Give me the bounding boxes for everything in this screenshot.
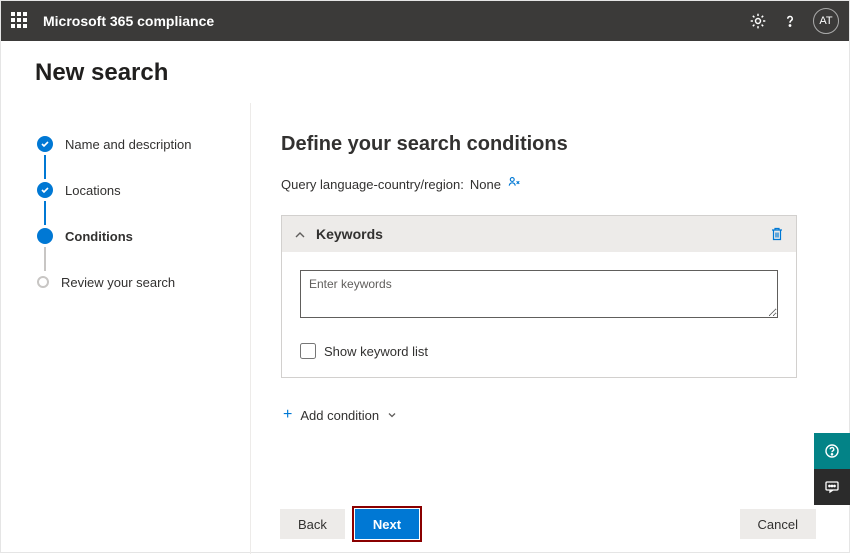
show-keyword-list-checkbox[interactable] <box>300 343 316 359</box>
check-icon <box>37 136 53 152</box>
chevron-up-icon[interactable] <box>294 228 306 240</box>
query-language-label: Query language-country/region: <box>281 177 464 192</box>
header-actions: AT <box>749 8 839 34</box>
brand-title: Microsoft 365 compliance <box>43 13 749 29</box>
keywords-title: Keywords <box>316 226 770 242</box>
plus-icon: + <box>283 406 292 424</box>
app-launcher-icon[interactable] <box>11 12 29 30</box>
page-title: New search <box>1 41 849 103</box>
add-condition-label: Add condition <box>300 408 379 423</box>
chevron-down-icon <box>387 408 397 423</box>
back-button[interactable]: Back <box>280 509 345 539</box>
keywords-panel: Keywords Show keyword list <box>281 215 797 378</box>
user-avatar[interactable]: AT <box>813 8 839 34</box>
help-panel-button[interactable] <box>814 433 850 469</box>
step-name-description[interactable]: Name and description <box>37 133 250 155</box>
step-conditions[interactable]: Conditions <box>37 225 250 247</box>
keywords-panel-body: Show keyword list <box>282 252 796 377</box>
query-language-row: Query language-country/region: None <box>281 176 797 193</box>
future-step-icon <box>37 276 49 288</box>
keywords-panel-header: Keywords <box>282 216 796 252</box>
step-connector <box>44 247 46 271</box>
step-locations[interactable]: Locations <box>37 179 250 201</box>
feedback-button[interactable] <box>814 469 850 505</box>
add-condition-button[interactable]: + Add condition <box>281 406 797 424</box>
current-step-icon <box>37 228 53 244</box>
step-label: Locations <box>65 183 121 198</box>
content-heading: Define your search conditions <box>281 133 797 156</box>
main-area: Name and description Locations Condition… <box>1 103 849 554</box>
step-connector <box>44 201 46 225</box>
wizard-stepper: Name and description Locations Condition… <box>1 103 251 554</box>
gear-icon[interactable] <box>749 12 767 30</box>
content-pane: Define your search conditions Query lang… <box>251 103 849 554</box>
keywords-input[interactable] <box>300 270 778 318</box>
app-header: Microsoft 365 compliance AT <box>1 1 849 41</box>
step-review[interactable]: Review your search <box>37 271 250 293</box>
language-picker-icon[interactable] <box>507 176 521 193</box>
floating-actions <box>814 433 850 505</box>
query-language-value: None <box>470 177 501 192</box>
wizard-footer: Back Next Cancel <box>280 509 816 539</box>
cancel-button[interactable]: Cancel <box>740 509 816 539</box>
help-icon[interactable] <box>781 12 799 30</box>
next-button[interactable]: Next <box>355 509 419 539</box>
step-label: Conditions <box>65 229 133 244</box>
check-icon <box>37 182 53 198</box>
delete-icon[interactable] <box>770 226 784 242</box>
step-connector <box>44 155 46 179</box>
step-label: Review your search <box>61 275 175 290</box>
show-keyword-list-label: Show keyword list <box>324 344 428 359</box>
step-label: Name and description <box>65 137 191 152</box>
show-keyword-list-row[interactable]: Show keyword list <box>300 343 778 359</box>
